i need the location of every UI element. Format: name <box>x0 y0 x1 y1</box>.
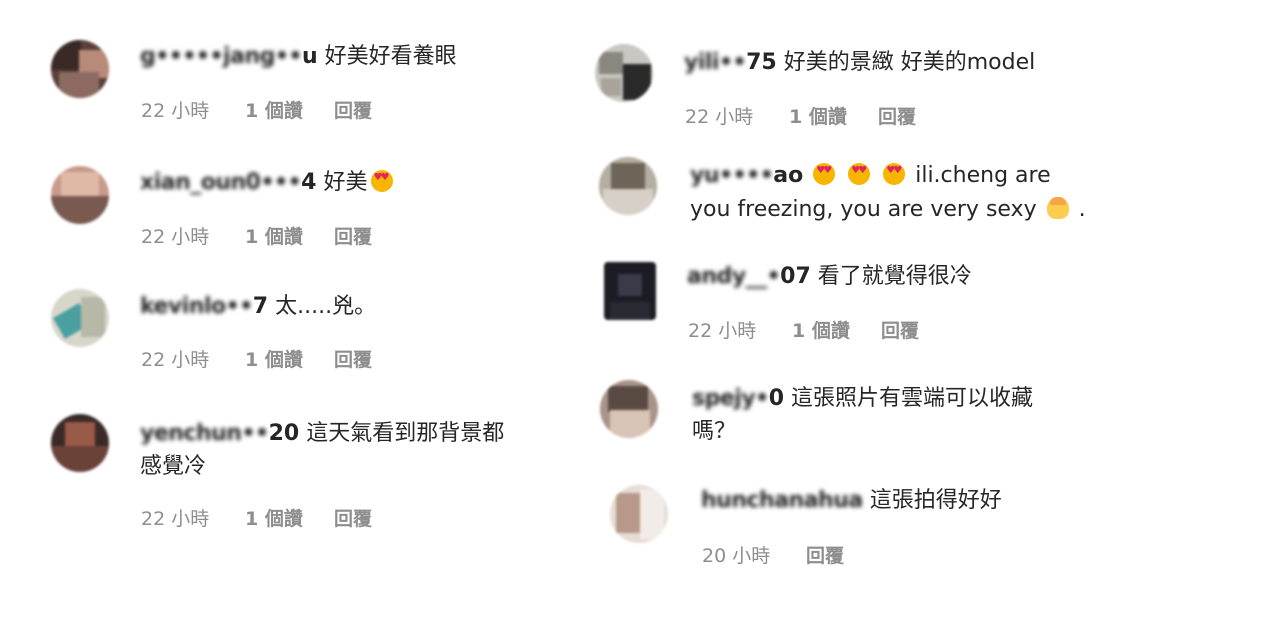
comment-text: ili.cheng are <box>915 163 1051 188</box>
smiling-face-with-heart-eyes-icon <box>883 163 906 185</box>
comment-text: 這天氣看到那背景都 <box>306 421 505 446</box>
smiling-face-with-heart-eyes-icon <box>848 163 871 185</box>
comment-username-tail[interactable]: 75 <box>746 50 777 75</box>
comment-likes[interactable]: 1 個讚 <box>792 318 850 344</box>
comment-text: 這張照片有雲端可以收藏 <box>791 386 1034 411</box>
comment-time[interactable]: 22 小時 <box>141 224 209 250</box>
user-avatar[interactable] <box>51 289 109 347</box>
comment-likes[interactable]: 1 個讚 <box>789 104 847 130</box>
comment-likes[interactable]: 1 個讚 <box>245 98 303 124</box>
comment-text-end: . <box>1078 197 1086 222</box>
user-avatar[interactable] <box>610 485 668 543</box>
comment-text: you freezing, you are very sexy <box>690 197 1037 222</box>
comment-time[interactable]: 22 小時 <box>141 347 209 373</box>
comment-username-tail[interactable]: 0 <box>769 386 784 411</box>
comment-text-line-2: 感覺冷 <box>140 454 207 479</box>
comment-text-line: yu••••ao ili.cheng are <box>690 159 1051 193</box>
comment-username[interactable]: yili•• <box>684 50 747 75</box>
comment-likes[interactable]: 1 個讚 <box>245 506 303 532</box>
comment-text: 好美好看養眼 <box>324 44 457 69</box>
comment-username[interactable]: andy__• <box>687 264 781 289</box>
comment-text: 好美 <box>323 170 368 195</box>
user-avatar[interactable] <box>604 262 656 320</box>
smiling-face-with-heart-eyes-icon <box>370 170 393 192</box>
comment-text: 好美的景緻 好美的model <box>783 50 1036 75</box>
user-avatar[interactable] <box>599 157 657 215</box>
comment-text-line: kevinlo••7 太.....兇。 <box>140 290 376 324</box>
comment-text: 看了就覺得很冷 <box>817 264 972 289</box>
reply-button[interactable]: 回覆 <box>334 506 372 532</box>
comment-text-line: xian_oun0•••4 好美 <box>140 166 396 200</box>
comment-text-line: g•••••jang••u 好美好看養眼 <box>140 40 457 74</box>
comment-username-tail[interactable]: 07 <box>780 264 811 289</box>
reply-button[interactable]: 回覆 <box>334 224 372 250</box>
comment-time[interactable]: 22 小時 <box>685 104 753 130</box>
comment-username[interactable]: g•••••jang•• <box>140 44 302 69</box>
comment-username[interactable]: yu•••• <box>690 163 774 188</box>
comment-text-line-2: you freezing, you are very sexy . <box>690 193 1086 227</box>
comment-text: 太.....兇。 <box>275 294 377 319</box>
comment-likes[interactable]: 1 個讚 <box>245 224 303 250</box>
comment-username-tail[interactable]: u <box>302 44 318 69</box>
comment-text-line: yili••75 好美的景緻 好美的model <box>684 46 1035 80</box>
reply-button[interactable]: 回覆 <box>881 318 919 344</box>
comment-text-line: andy__•07 看了就覺得很冷 <box>687 260 972 294</box>
reply-button[interactable]: 回覆 <box>334 347 372 373</box>
comment-text: 這張拍得好好 <box>869 488 1002 513</box>
comment-username-tail[interactable]: 20 <box>269 421 300 446</box>
comment-username-tail[interactable]: 4 <box>301 170 316 195</box>
comment-likes[interactable]: 1 個讚 <box>245 347 303 373</box>
comment-username[interactable]: xian_oun0••• <box>140 170 302 195</box>
smiling-face-with-heart-eyes-icon <box>813 163 836 185</box>
comment-username[interactable]: hunchanahua <box>701 488 863 513</box>
comment-username[interactable]: spejy• <box>692 386 769 411</box>
comment-time[interactable]: 22 小時 <box>141 98 209 124</box>
comment-username[interactable]: kevinlo•• <box>140 294 253 319</box>
comment-text-line-2: 嗎？ <box>692 419 737 444</box>
comment-time[interactable]: 20 小時 <box>702 543 770 569</box>
comment-text-line: hunchanahua 這張拍得好好 <box>701 484 1002 518</box>
reply-button[interactable]: 回覆 <box>878 104 916 130</box>
user-avatar[interactable] <box>600 380 658 438</box>
user-avatar[interactable] <box>51 166 109 224</box>
comment-text-line: yenchun••20 這天氣看到那背景都 <box>140 417 504 451</box>
comment-time[interactable]: 22 小時 <box>688 318 756 344</box>
reply-button[interactable]: 回覆 <box>806 543 844 569</box>
user-avatar[interactable] <box>595 44 653 102</box>
comment-time[interactable]: 22 小時 <box>141 506 209 532</box>
comment-username-tail[interactable]: ao <box>773 163 803 188</box>
reply-button[interactable]: 回覆 <box>334 98 372 124</box>
comment-text-line: spejy•0 這張照片有雲端可以收藏 <box>692 382 1033 416</box>
person-blond-emoji-icon <box>1046 197 1069 219</box>
user-avatar[interactable] <box>51 40 109 98</box>
comment-username[interactable]: yenchun•• <box>140 421 269 446</box>
user-avatar[interactable] <box>51 414 109 472</box>
comment-username-tail[interactable]: 7 <box>253 294 268 319</box>
